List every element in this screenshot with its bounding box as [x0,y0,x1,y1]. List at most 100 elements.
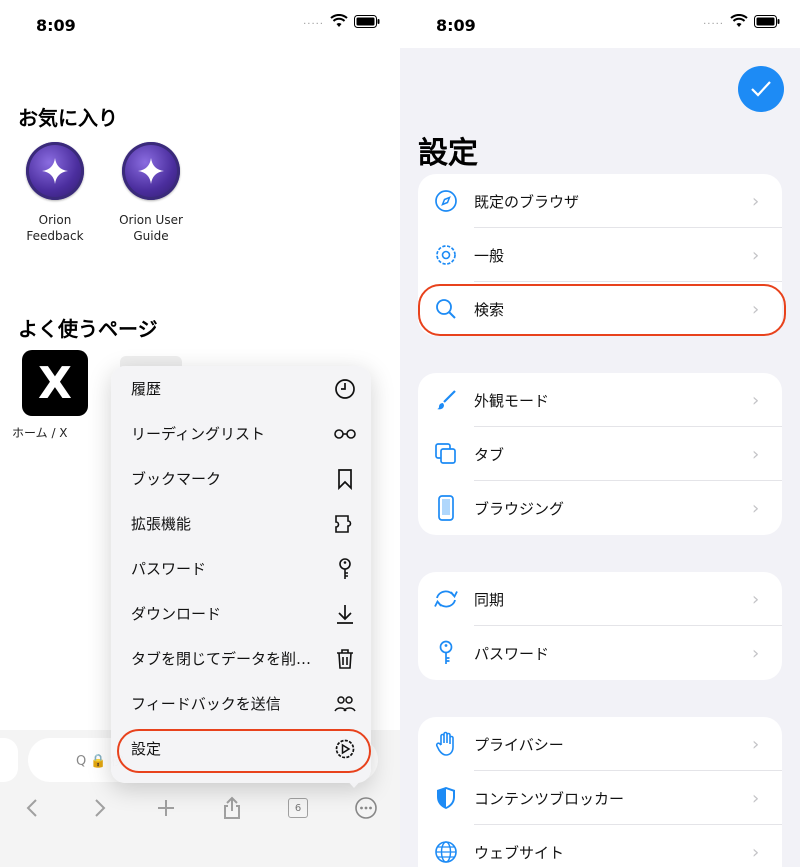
menu-item-label: ダウンロード [131,605,222,623]
menu-item-label: パスワード [131,560,207,578]
chevron-right-icon: › [752,443,760,465]
page-title: 設定 [418,136,478,171]
status-icons: ..... [703,14,780,28]
menu-item-reading-list[interactable]: リーディングリスト [111,411,371,456]
chevron-right-icon: › [752,642,760,664]
tab-count: 6 [288,798,308,818]
settings-row-label: 一般 [474,246,505,265]
settings-row-browsing[interactable]: ブラウジング › [418,481,782,535]
menu-item-label: リーディングリスト [131,425,265,443]
favorite-orion-feedback[interactable]: Orion Feedback [10,142,100,244]
puzzle-icon [333,512,357,536]
tabs-button[interactable]: 6 [280,790,316,826]
settings-row-label: パスワード [474,644,550,663]
settings-screen: 8:09 ..... 8:09 ..... 設定 既定のブラウザ › 一般 › … [400,0,800,867]
battery-icon [754,14,780,28]
tabs-icon [418,442,474,466]
menu-item-label: ブックマーク [131,470,222,488]
settings-row-label: ブラウジング [474,499,565,518]
shield-icon [418,786,474,810]
settings-row-privacy[interactable]: プライバシー › [418,717,782,771]
settings-row-passwords[interactable]: パスワード › [418,626,782,680]
settings-group-3: 同期 › パスワード › [418,572,782,680]
checkmark-icon [751,81,771,97]
settings-group-2: 外観モード › タブ › ブラウジング › [418,373,782,535]
globe-icon [418,840,474,864]
chevron-left-icon [26,799,37,817]
settings-row-label: ウェブサイト [474,843,565,862]
share-button[interactable] [214,790,250,826]
menu-item-bookmarks[interactable]: ブックマーク [111,456,371,501]
menu-pointer [345,778,363,788]
menu-item-downloads[interactable]: ダウンロード [111,591,371,636]
people-icon [333,692,357,716]
settings-row-label: 同期 [474,590,505,609]
settings-row-label: タブ [474,445,505,464]
more-menu: 履歴 リーディングリスト ブックマーク 拡張機能 パスワード ダウンロード タブ… [111,366,371,783]
forward-button[interactable] [82,790,118,826]
menu-item-close-tabs-clear-data[interactable]: タブを閉じてデータを削… [111,636,371,681]
menu-item-send-feedback[interactable]: フィードバックを送信 [111,681,371,726]
settings-row-appearance[interactable]: 外観モード › [418,373,782,427]
sync-icon [418,588,474,610]
paintbrush-icon [418,388,474,412]
chevron-right-icon: › [752,497,760,519]
settings-row-websites[interactable]: ウェブサイト › [418,825,782,867]
signal-dots-icon: ..... [303,15,324,27]
key-icon [418,640,474,666]
chevron-right-icon: › [752,841,760,863]
favorite-label-line1: Orion User [119,213,183,227]
battery-icon [354,14,380,28]
wifi-icon [330,14,348,27]
menu-item-label: フィードバックを送信 [131,695,281,713]
search-highlight-ring [418,284,786,336]
settings-row-sync[interactable]: 同期 › [418,572,782,626]
menu-item-label: タブを閉じてデータを削… [131,650,312,668]
status-time: 8:09 [36,16,76,35]
orion-star-icon [26,142,84,200]
signal-dots-icon: ..... [703,15,724,27]
favorite-orion-user-guide[interactable]: Orion User Guide [106,142,196,244]
chevron-right-icon [95,799,106,817]
browser-home-screen: 8:09 ..... お気に入り Orion Feedback Orion Use… [0,0,400,867]
status-icons: ..... [303,14,380,28]
menu-item-label: 拡張機能 [131,515,192,533]
settings-row-tabs[interactable]: タブ › [418,427,782,481]
x-tile-label: ホーム / X [12,426,68,440]
gear-icon [418,242,474,268]
more-button[interactable] [348,790,384,826]
settings-row-content-blockers[interactable]: コンテンツブロッカー › [418,771,782,825]
menu-item-label: 履歴 [131,380,162,398]
ellipsis-circle-icon [355,797,377,819]
favorite-label-line2: Guide [133,229,169,243]
settings-row-label: プライバシー [474,735,564,754]
trash-icon [333,647,357,671]
menu-item-history[interactable]: 履歴 [111,366,371,411]
settings-row-general[interactable]: 一般 › [418,228,782,282]
hand-icon [418,731,474,757]
key-icon [333,557,357,581]
back-button[interactable] [14,790,50,826]
plus-icon [158,800,174,816]
favorites-title: お気に入り [18,106,118,130]
settings-row-label: 既定のブラウザ [474,192,580,211]
glasses-icon [333,422,357,446]
new-tab-button[interactable] [148,790,184,826]
menu-item-extensions[interactable]: 拡張機能 [111,501,371,546]
chevron-right-icon: › [752,733,760,755]
previous-tab-pill[interactable] [0,738,18,782]
chevron-right-icon: › [752,244,760,266]
chevron-right-icon: › [752,389,760,411]
settings-row-default-browser[interactable]: 既定のブラウザ › [418,174,782,228]
clock-icon [333,377,357,401]
x-tile[interactable]: X [22,350,88,416]
chevron-right-icon: › [752,190,760,212]
status-time: 8:09 [436,16,476,35]
download-icon [333,602,357,626]
menu-item-passwords[interactable]: パスワード [111,546,371,591]
share-icon [224,796,240,819]
wifi-icon [730,14,748,27]
settings-row-label: 外観モード [474,391,550,410]
done-button[interactable] [738,66,784,112]
settings-highlight-ring [117,729,371,773]
